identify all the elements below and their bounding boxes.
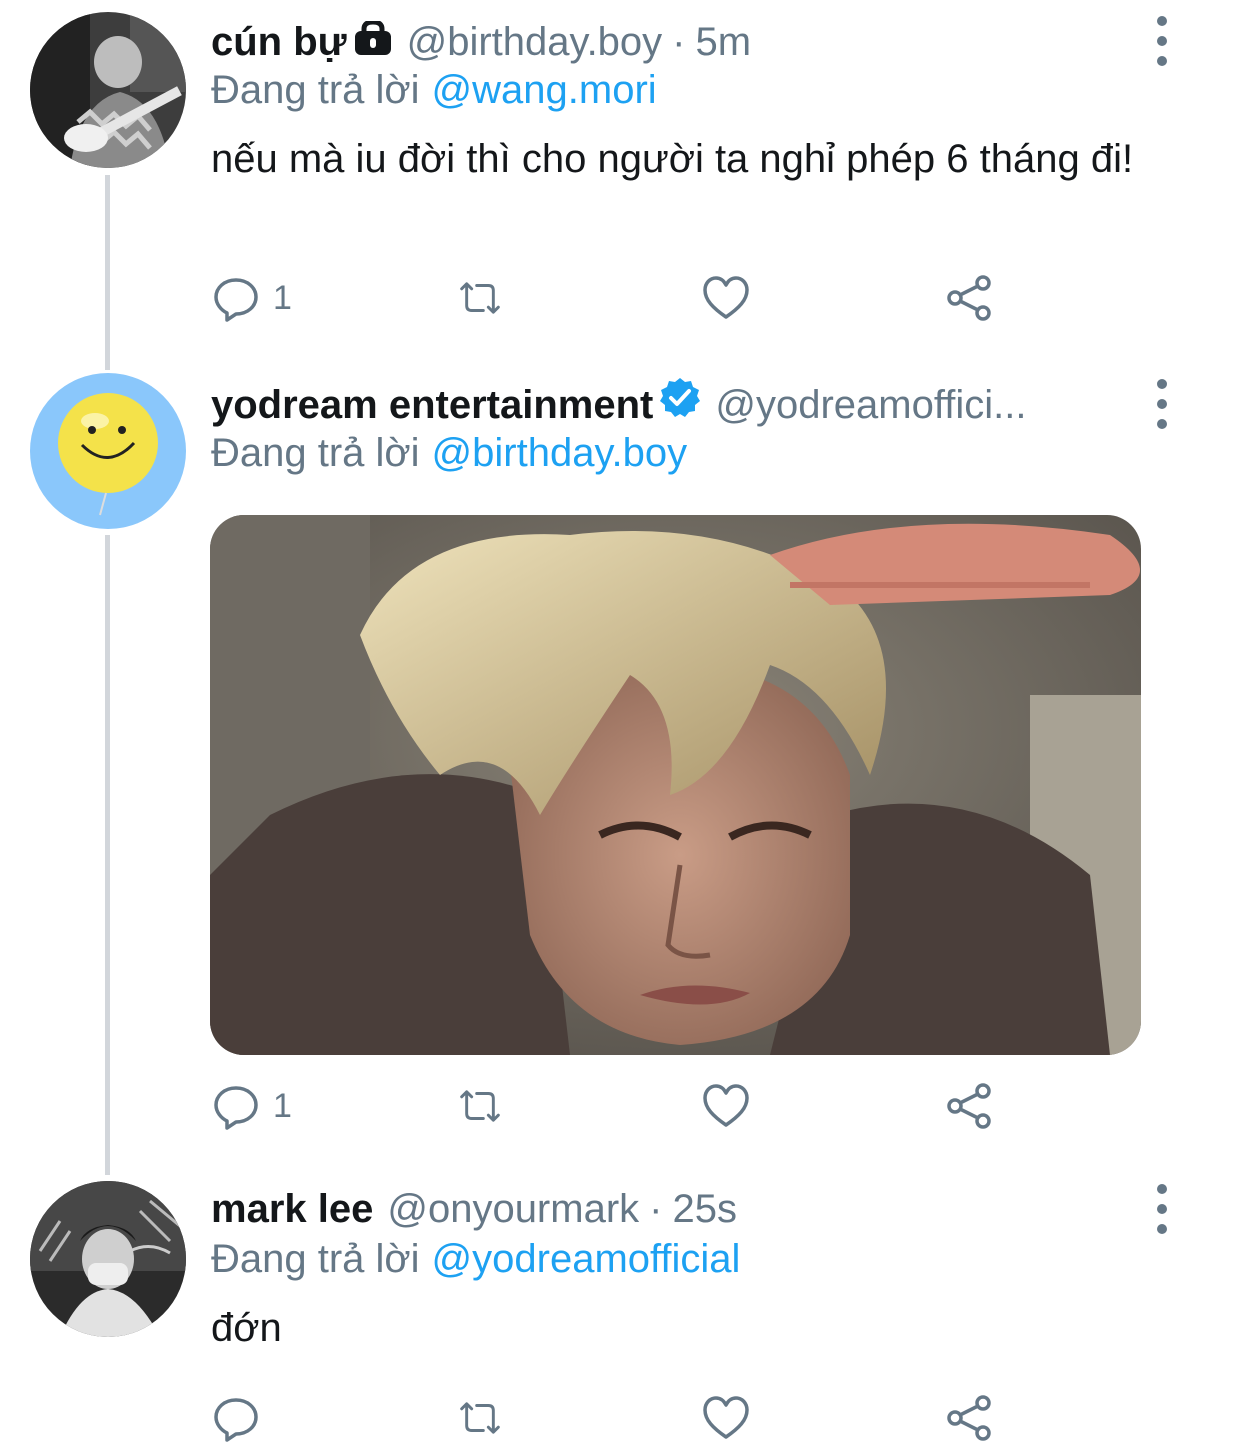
handle[interactable]: @birthday.boy (407, 14, 663, 70)
reply-count: 1 (273, 278, 292, 317)
timestamp[interactable]: 25s (672, 1181, 737, 1237)
like-icon (703, 1084, 749, 1127)
tweet-header: mark lee @onyourmark · 25s (211, 1181, 1132, 1237)
tweet-header: yodream entertainment @yodreamoffici... (211, 377, 1132, 433)
lock-icon (353, 14, 393, 70)
tweet-text: nếu mà iu đời thì cho người ta nghỉ phép… (211, 137, 1134, 181)
avatar[interactable] (30, 1181, 186, 1337)
share-icon (947, 1395, 991, 1441)
reply-button[interactable]: 1 (211, 1080, 292, 1132)
like-icon (703, 1396, 749, 1439)
retweet-button[interactable] (455, 1392, 505, 1444)
reply-context: Đang trả lời @wang.mori (211, 65, 657, 115)
avatar[interactable] (30, 373, 186, 529)
tweet-header: cún bự @birthday.boy · 5m (211, 14, 1132, 70)
display-name[interactable]: mark lee (211, 1181, 373, 1237)
handle[interactable]: @onyourmark (387, 1181, 639, 1237)
tweet-actions (211, 1392, 1011, 1444)
reply-icon (214, 1398, 258, 1442)
retweet-icon (460, 282, 500, 314)
reply-prefix: Đang trả lời (211, 431, 420, 475)
thread-line (105, 175, 110, 370)
reply-prefix: Đang trả lời (211, 68, 420, 112)
share-button[interactable] (945, 272, 995, 324)
avatar[interactable] (30, 12, 186, 168)
reply-button[interactable] (211, 1392, 273, 1444)
reply-mention-link[interactable]: @wang.mori (432, 68, 657, 112)
retweet-icon (460, 1402, 500, 1434)
retweet-button[interactable] (455, 272, 505, 324)
tweet-media-image[interactable] (210, 515, 1141, 1055)
timestamp[interactable]: 5m (696, 14, 752, 70)
verified-badge-icon (659, 377, 701, 433)
display-name[interactable]: cún bự (211, 14, 347, 70)
share-icon (947, 275, 991, 321)
reply-icon (214, 278, 258, 322)
like-icon (703, 276, 749, 319)
tweet-text: đớn (211, 1306, 282, 1350)
reply-icon (214, 1086, 258, 1130)
reply-context: Đang trả lời @yodreamofficial (211, 1234, 740, 1284)
separator: · (649, 1187, 663, 1231)
more-options-icon[interactable] (1150, 379, 1174, 429)
more-options-icon[interactable] (1150, 1184, 1174, 1234)
reply-button[interactable]: 1 (211, 272, 292, 324)
thread-line (105, 535, 110, 1175)
like-button[interactable] (701, 1392, 751, 1444)
reply-context: Đang trả lời @birthday.boy (211, 428, 687, 478)
retweet-button[interactable] (455, 1080, 505, 1132)
reply-mention-link[interactable]: @yodreamofficial (432, 1237, 741, 1281)
share-icon (947, 1083, 991, 1129)
display-name[interactable]: yodream entertainment (211, 377, 653, 433)
like-button[interactable] (701, 1080, 751, 1132)
separator: · (672, 20, 686, 64)
reply-mention-link[interactable]: @birthday.boy (432, 431, 688, 475)
handle[interactable]: @yodreamoffici... (715, 377, 1026, 433)
share-button[interactable] (945, 1080, 995, 1132)
tweet-actions: 1 (211, 1080, 1011, 1132)
tweet-actions: 1 (211, 272, 1011, 324)
retweet-icon (460, 1090, 500, 1122)
reply-prefix: Đang trả lời (211, 1237, 420, 1281)
more-options-icon[interactable] (1150, 16, 1174, 66)
reply-count: 1 (273, 1086, 292, 1125)
like-button[interactable] (701, 272, 751, 324)
share-button[interactable] (945, 1392, 995, 1444)
